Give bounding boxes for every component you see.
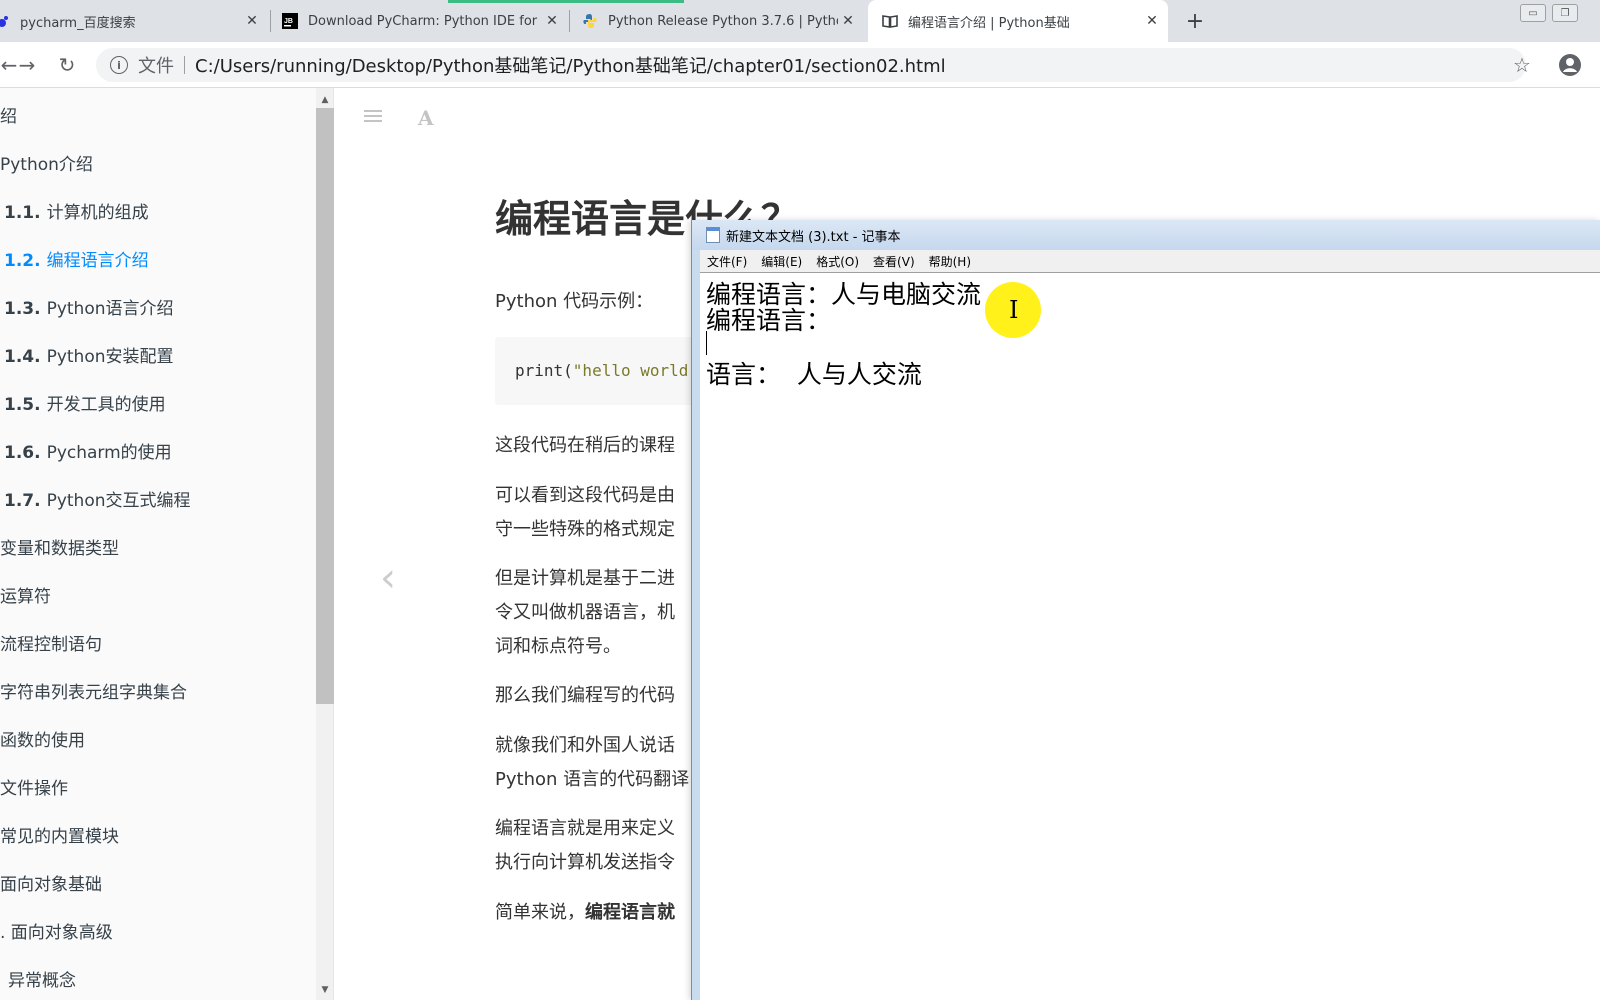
profile-avatar-icon[interactable] <box>1556 51 1584 79</box>
reload-button[interactable]: ↻ <box>52 50 82 80</box>
previous-page-chevron-icon[interactable]: ‹ <box>380 555 396 601</box>
notepad-menu-bar: 文件(F) 编辑(E) 格式(O) 查看(V) 帮助(H) <box>700 250 1600 272</box>
sidebar-item-1-7[interactable]: 1.7. Python交互式编程 <box>4 486 191 511</box>
paragraph-line: Python 语言的代码翻译 <box>495 769 690 790</box>
menu-edit[interactable]: 编辑(E) <box>761 253 802 270</box>
paragraph-line: 守一些特殊的格式规定 <box>495 519 675 540</box>
book-icon <box>882 15 898 28</box>
scroll-up-arrow-icon[interactable]: ▲ <box>316 92 334 108</box>
menu-file[interactable]: 文件(F) <box>707 253 747 270</box>
python-logo-icon <box>583 14 597 28</box>
tab-separator <box>270 10 271 32</box>
tab-title: Python Release Python 3.7.6 | Python.org <box>608 13 838 29</box>
toggle-summary-icon[interactable] <box>362 106 384 131</box>
sidebar-item-functions[interactable]: 函数的使用 <box>0 726 85 751</box>
sidebar-item-1-2[interactable]: 1.2. 编程语言介绍 <box>4 246 149 271</box>
sidebar-item-1-5[interactable]: 1.5. 开发工具的使用 <box>4 390 166 415</box>
tab-title: 编程语言介绍 | Python基础 <box>908 15 1070 31</box>
paragraph-line: 令又叫做机器语言，机 <box>495 602 675 623</box>
tab-baidu-search[interactable]: pycharm_百度搜索 ✕ <box>0 0 268 42</box>
paragraph-line-summary: 简单来说，编程语言就 <box>495 902 675 923</box>
tab-title: Download PyCharm: Python IDE for Profess… <box>308 13 542 29</box>
svg-text:JB: JB <box>284 18 293 25</box>
sidebar-item-operators[interactable]: 运算符 <box>0 582 51 607</box>
sidebar-item-intro[interactable]: 绍 <box>0 102 17 127</box>
sidebar-item-oop-basics[interactable]: 面向对象基础 <box>0 870 102 895</box>
notepad-title: 新建文本文档 (3).txt - 记事本 <box>726 229 901 245</box>
sidebar-item-variables[interactable]: 变量和数据类型 <box>0 534 119 559</box>
paragraph-line: 就像我们和外国人说话 <box>495 735 675 756</box>
font-settings-icon[interactable]: A <box>418 106 434 130</box>
baidu-paw-icon <box>0 16 8 27</box>
sidebar-item-python-intro[interactable]: Python介绍 <box>0 150 93 175</box>
notepad-text-area[interactable]: 编程语言：人与电脑交流 编程语言： 语言： 人与人交流 <box>700 272 1600 1000</box>
paragraph-line: 执行向计算机发送指令 <box>495 852 675 873</box>
ibeam-cursor-icon: I <box>1009 296 1019 324</box>
notepad-app-icon <box>706 227 720 243</box>
address-bar[interactable]: i 文件 C:/Users/running/Desktop/Python基础笔记… <box>96 48 1526 82</box>
sidebar-item-1-4[interactable]: 1.4. Python安装配置 <box>4 342 174 367</box>
scroll-down-arrow-icon[interactable]: ▼ <box>316 982 334 998</box>
menu-format[interactable]: 格式(O) <box>816 253 859 270</box>
scheme-label: 文件 <box>138 56 174 77</box>
text-caret <box>706 331 707 355</box>
sidebar-item-control-flow[interactable]: 流程控制语句 <box>0 630 102 655</box>
paragraph-line: 这段代码在稍后的课程 <box>495 435 675 456</box>
url-text[interactable]: C:/Users/running/Desktop/Python基础笔记/Pyth… <box>195 52 946 78</box>
tab-python-release[interactable]: Python Release Python 3.7.6 | Python.org… <box>582 0 864 42</box>
new-tab-button[interactable]: + <box>1180 6 1210 36</box>
menu-view[interactable]: 查看(V) <box>873 253 915 270</box>
close-tab-icon[interactable]: ✕ <box>242 11 262 31</box>
paragraph-line: 可以看到这段代码是由 <box>495 485 675 506</box>
sidebar-item-1-1[interactable]: 1.1. 计算机的组成 <box>4 198 149 223</box>
book-summary-sidebar: 绍 Python介绍 1.1. 计算机的组成 1.2. 编程语言介绍 1.3. Pyt… <box>0 88 316 1000</box>
notepad-title-bar[interactable]: 新建文本文档 (3).txt - 记事本 <box>692 220 1600 250</box>
text-line: 编程语言： <box>706 306 832 335</box>
sidebar-item-1-6[interactable]: 1.6. Pycharm的使用 <box>4 438 172 463</box>
info-icon[interactable]: i <box>110 56 128 74</box>
paragraph-line: 那么我们编程写的代码 <box>495 685 675 706</box>
paragraph-line: 词和标点符号。 <box>495 636 621 657</box>
bookmark-star-icon[interactable]: ☆ <box>1508 51 1536 79</box>
divider <box>184 56 185 74</box>
tab-separator <box>569 10 570 32</box>
close-tab-icon[interactable]: ✕ <box>1142 11 1162 31</box>
text-line: 语言： 人与人交流 <box>706 360 922 389</box>
code-line: print("hello world <box>515 361 689 380</box>
paragraph-line: 但是计算机是基于二进 <box>495 568 675 589</box>
sidebar-item-file-ops[interactable]: 文件操作 <box>0 774 68 799</box>
code-example-label: Python 代码示例： <box>495 291 654 312</box>
sidebar-item-exceptions[interactable]: 异常概念 <box>8 966 76 991</box>
sidebar-item-1-3[interactable]: 1.3. Python语言介绍 <box>4 294 174 319</box>
sidebar-item-oop-advanced[interactable]: . 面向对象高级 <box>0 918 113 943</box>
close-tab-icon[interactable]: ✕ <box>838 11 858 31</box>
code-block: print("hello world <box>495 337 715 405</box>
forward-button[interactable]: → <box>12 50 42 80</box>
browser-toolbar: ← → ↻ i 文件 C:/Users/running/Desktop/Pyth… <box>0 42 1600 88</box>
tab-pycharm-download[interactable]: JB Download PyCharm: Python IDE for Prof… <box>282 0 568 42</box>
close-tab-icon[interactable]: ✕ <box>542 11 562 31</box>
paragraph-line: 编程语言就是用来定义 <box>495 818 675 839</box>
tab-title: pycharm_百度搜索 <box>20 15 136 31</box>
menu-help[interactable]: 帮助(H) <box>929 253 971 270</box>
tab-python-basics-active[interactable]: 编程语言介绍 | Python基础 ✕ <box>868 0 1168 42</box>
jetbrains-icon: JB <box>282 13 298 29</box>
sidebar-scroll-thumb[interactable] <box>316 108 334 704</box>
sidebar-item-builtin-modules[interactable]: 常见的内置模块 <box>0 822 119 847</box>
minimize-button[interactable]: ▭ <box>1520 4 1546 22</box>
restore-button[interactable]: ❐ <box>1552 4 1578 22</box>
notepad-window[interactable]: 新建文本文档 (3).txt - 记事本 文件(F) 编辑(E) 格式(O) 查… <box>691 220 1600 1000</box>
browser-tab-strip: pycharm_百度搜索 ✕ JB Download PyCharm: Pyth… <box>0 0 1600 42</box>
sidebar-item-collections[interactable]: 字符串列表元组字典集合 <box>0 678 187 703</box>
